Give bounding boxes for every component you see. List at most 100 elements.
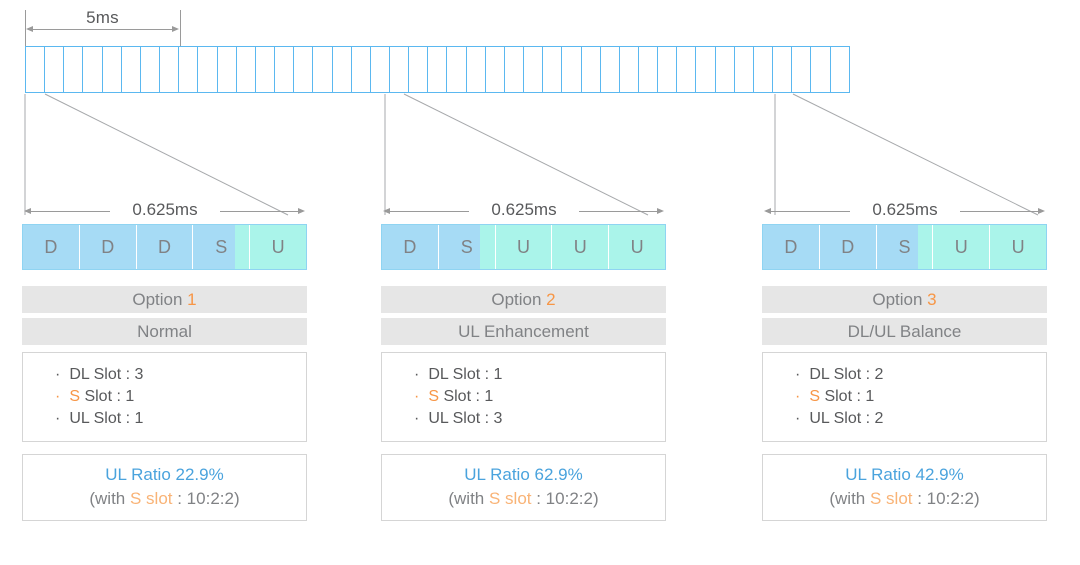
slot-label: S	[215, 236, 228, 257]
option-title-prefix: Option	[872, 290, 928, 309]
subframe-cell	[696, 47, 716, 92]
subframe-cell	[792, 47, 812, 92]
ul-ratio-note: (with S slot : 10:2:2)	[382, 487, 665, 511]
slot-count-text: UL Slot : 1	[69, 410, 144, 427]
slot-label: D	[44, 236, 58, 257]
subframe-cell	[275, 47, 295, 92]
slot-s: S	[438, 225, 496, 269]
subframe-cell	[390, 47, 410, 92]
subframe-cell	[45, 47, 65, 92]
subframe-cell	[620, 47, 639, 92]
ul-ratio-box: UL Ratio 62.9% (with S slot : 10:2:2)	[381, 454, 666, 521]
subframe-cell	[543, 47, 563, 92]
slot-d: D	[79, 225, 137, 269]
option-title-number: 1	[187, 290, 197, 309]
option-title-number: 2	[546, 290, 556, 309]
slot-label: D	[101, 236, 115, 257]
slot-duration-row: 0.625ms	[381, 190, 666, 220]
slot-label: U	[516, 236, 530, 257]
slot-duration-label: 0.625ms	[469, 200, 579, 220]
slot-pattern-row: DSUUU	[381, 224, 666, 270]
subframe-cell	[294, 47, 314, 92]
option-column-3: 0.625ms D D S U U Option 3 DL/UL Balance · DL Slo…	[762, 190, 1047, 521]
slot-count-accent: S	[69, 388, 80, 405]
subframe-cell	[333, 47, 352, 92]
subframe-cell	[103, 47, 122, 92]
bullet-icon: ·	[795, 388, 801, 405]
slot-duration-arrow-left	[383, 207, 390, 214]
slot-label: U	[271, 236, 285, 257]
ul-ratio-box: UL Ratio 22.9% (with S slot : 10:2:2)	[22, 454, 307, 521]
slot-label: U	[630, 236, 644, 257]
subframe-cell	[582, 47, 601, 92]
subframe-cell	[447, 47, 467, 92]
slot-count-box: · DL Slot : 1 · S Slot : 1 · UL Slot : 3	[381, 352, 666, 442]
slot-label: D	[784, 236, 798, 257]
slot-count-item: · DL Slot : 1	[414, 364, 665, 386]
slot-u: U	[933, 225, 991, 269]
option-title-prefix: Option	[491, 290, 547, 309]
frame-span-arrow-left	[26, 25, 33, 32]
slot-count-item: · S Slot : 1	[55, 386, 306, 408]
subframe-cell	[658, 47, 678, 92]
subframe-cell	[218, 47, 237, 92]
slot-count-item: · S Slot : 1	[414, 386, 665, 408]
slot-count-box: · DL Slot : 3 · S Slot : 1 · UL Slot : 1	[22, 352, 307, 442]
subframe-cell	[409, 47, 429, 92]
option-title: Option 1	[22, 286, 307, 313]
slot-duration-arrow-right	[298, 207, 305, 214]
slot-count-accent: S	[428, 388, 439, 405]
ul-ratio-note-pre: (with	[448, 489, 489, 508]
bullet-icon: ·	[795, 366, 801, 383]
slot-duration-arrow-left	[764, 207, 771, 214]
slot-count-item: · S Slot : 1	[795, 386, 1046, 408]
subframe-cell	[428, 47, 448, 92]
slot-label: D	[841, 236, 855, 257]
slot-d: D	[382, 225, 439, 269]
slot-u: U	[990, 225, 1046, 269]
subframe-cell	[524, 47, 544, 92]
ul-ratio-note-accent: S slot	[488, 489, 532, 508]
slot-d: D	[819, 225, 877, 269]
ul-ratio-note-accent: S slot	[869, 489, 913, 508]
special-slot-ul-portion	[917, 225, 933, 269]
slot-u: U	[609, 225, 665, 269]
slot-count-text: Slot : 1	[80, 388, 135, 405]
subframe-cell	[352, 47, 371, 92]
slot-u: U	[552, 225, 610, 269]
option-subtitle: DL/UL Balance	[762, 318, 1047, 345]
subframe-cell	[198, 47, 218, 92]
slot-duration-label: 0.625ms	[850, 200, 960, 220]
ul-ratio-value: UL Ratio 22.9%	[105, 465, 224, 484]
slot-count-text: DL Slot : 1	[428, 366, 503, 383]
slot-duration-label: 0.625ms	[110, 200, 220, 220]
ul-ratio-note-pre: (with	[829, 489, 870, 508]
subframe-cell	[256, 47, 276, 92]
ul-ratio-note: (with S slot : 10:2:2)	[763, 487, 1046, 511]
frame-span-arrow-line	[28, 29, 177, 30]
subframe-cell	[313, 47, 333, 92]
bullet-icon: ·	[414, 410, 420, 427]
ul-ratio-box: UL Ratio 42.9% (with S slot : 10:2:2)	[762, 454, 1047, 521]
slot-label: U	[573, 236, 587, 257]
subframe-cell	[677, 47, 697, 92]
bullet-icon: ·	[55, 410, 61, 427]
slot-pattern-row: DDSUU	[762, 224, 1047, 270]
slot-count-text: UL Slot : 3	[428, 410, 503, 427]
subframe-cell	[735, 47, 754, 92]
option-column-1: 0.625ms D D D S U Option 1 Normal · DL Slot : 3 · S…	[22, 190, 307, 521]
frame-span-arrow-right	[172, 25, 179, 32]
slot-count-item: · UL Slot : 2	[795, 408, 1046, 430]
subframe-cell	[486, 47, 505, 92]
radio-frame-bar	[25, 46, 850, 93]
special-slot-ul-portion	[234, 225, 250, 269]
subframe-cell	[601, 47, 620, 92]
bullet-icon: ·	[795, 410, 801, 427]
slot-count-item: · UL Slot : 3	[414, 408, 665, 430]
ul-ratio-note: (with S slot : 10:2:2)	[23, 487, 306, 511]
slot-s: S	[193, 225, 251, 269]
slot-label: U	[1011, 236, 1025, 257]
slot-u: U	[250, 225, 306, 269]
option-subtitle: UL Enhancement	[381, 318, 666, 345]
slot-pattern-row: DDDSU	[22, 224, 307, 270]
